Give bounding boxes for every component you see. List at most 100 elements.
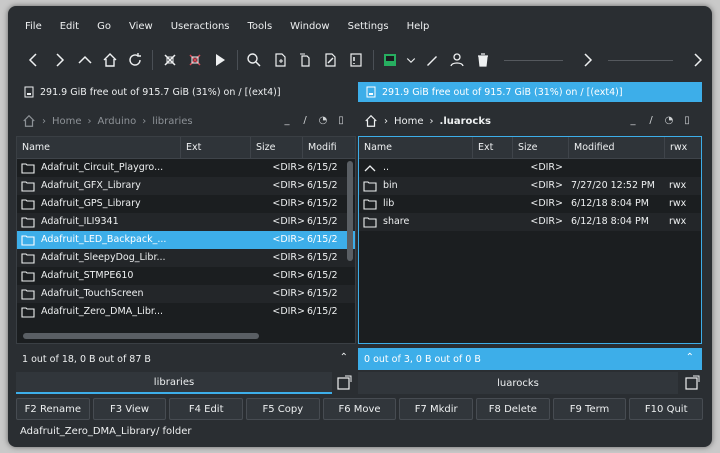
right-file-list: .. <DIR> bin <DIR> 7/27/20 12:52 PM rwx lib <DI… (359, 159, 701, 231)
sync-icon[interactable] (185, 49, 205, 71)
col-modified[interactable]: Modified (569, 137, 665, 159)
history-button[interactable]: _ (278, 113, 296, 129)
file-row[interactable]: Adafruit_Zero_DMA_Libr... <DIR> 6/15/2 (17, 303, 355, 321)
function-key-bar: F2 Rename F3 View F4 Edit F5 Copy F6 Mov… (16, 398, 706, 420)
bookmarks-button[interactable]: ◔ (314, 113, 332, 129)
pen-icon[interactable] (422, 49, 442, 71)
new-tab-icon[interactable] (336, 375, 352, 391)
breadcrumb-home[interactable]: Home (52, 116, 82, 127)
f2-rename-button[interactable]: F2 Rename (16, 398, 90, 420)
vertical-scrollbar[interactable] (347, 161, 353, 261)
new-file-icon[interactable] (270, 49, 290, 71)
col-ext[interactable]: Ext (181, 137, 251, 159)
file-row[interactable]: Adafruit_STMPE610 <DIR> 6/15/2 (17, 267, 355, 285)
tab-libraries[interactable]: libraries (16, 372, 332, 394)
menu-window[interactable]: Window (290, 18, 329, 36)
up-icon[interactable] (75, 49, 95, 71)
refresh-icon[interactable] (125, 49, 145, 71)
drive-icon (24, 86, 34, 98)
file-permissions: rwx (669, 198, 687, 209)
new-tab-icon[interactable] (684, 375, 700, 391)
file-modified: 6/12/18 8:04 PM (571, 216, 649, 227)
col-size[interactable]: Size (513, 137, 569, 159)
file-row[interactable]: .. <DIR> (359, 159, 701, 177)
view-file-icon[interactable] (345, 49, 365, 71)
home-icon[interactable] (100, 49, 120, 71)
forward-icon[interactable] (49, 49, 69, 71)
user-icon[interactable] (447, 49, 467, 71)
media-button[interactable]: ▯ (678, 113, 696, 129)
media-button[interactable]: ▯ (332, 113, 350, 129)
col-name[interactable]: Name (359, 137, 473, 159)
menu-go[interactable]: Go (97, 18, 111, 36)
trash-icon[interactable] (473, 49, 493, 71)
root-button[interactable]: / (296, 113, 314, 129)
drive-icon (366, 86, 376, 98)
root-button[interactable]: / (642, 113, 660, 129)
file-row[interactable]: Adafruit_LED_Backpack_... <DIR> 6/15/2 (17, 231, 355, 249)
f6-move-button[interactable]: F6 Move (322, 398, 397, 420)
krusader-window: File Edit Go View Useractions Tools Wind… (8, 6, 712, 447)
breadcrumb-libraries[interactable]: libraries (152, 116, 192, 127)
file-row[interactable]: share <DIR> 6/12/18 8:04 PM rwx (359, 213, 701, 231)
menu-help[interactable]: Help (407, 18, 430, 36)
menu-tools[interactable]: Tools (248, 18, 273, 36)
breadcrumb-arduino[interactable]: Arduino (98, 116, 137, 127)
chevron-up-icon[interactable]: ⌃ (686, 352, 694, 363)
col-rwx[interactable]: rwx (665, 137, 701, 159)
run-icon[interactable] (210, 49, 230, 71)
col-size[interactable]: Size (251, 137, 303, 159)
file-row[interactable]: Adafruit_ILI9341 <DIR> 6/15/2 (17, 213, 355, 231)
menu-view[interactable]: View (129, 18, 153, 36)
file-row[interactable]: Adafruit_GPS_Library <DIR> 6/15/2 (17, 195, 355, 213)
search-icon[interactable] (244, 49, 264, 71)
f8-delete-button[interactable]: F8 Delete (476, 398, 550, 420)
back-icon[interactable] (24, 49, 44, 71)
left-disk-info: 291.9 GiB free out of 915.7 GiB (31%) on… (16, 82, 356, 102)
f4-edit-button[interactable]: F4 Edit (169, 398, 244, 420)
next-icon[interactable] (577, 49, 597, 71)
f7-mkdir-button[interactable]: F7 Mkdir (399, 398, 474, 420)
toolbar (8, 46, 712, 74)
f10-quit-button[interactable]: F10 Quit (629, 398, 704, 420)
edit-file-icon[interactable] (320, 49, 340, 71)
file-row[interactable]: lib <DIR> 6/12/18 8:04 PM rwx (359, 195, 701, 213)
breadcrumb-luarocks[interactable]: .luarocks (440, 116, 491, 127)
bookmarks-button[interactable]: ◔ (660, 113, 678, 129)
file-row[interactable]: Adafruit_TouchScreen <DIR> 6/15/2 (17, 285, 355, 303)
menu-useractions[interactable]: Useractions (171, 18, 230, 36)
col-modified[interactable]: Modifi (303, 137, 355, 159)
col-name[interactable]: Name (17, 137, 181, 159)
breadcrumb-separator: › (142, 115, 147, 127)
f5-copy-button[interactable]: F5 Copy (246, 398, 320, 420)
menu-edit[interactable]: Edit (60, 18, 79, 36)
f3-view-button[interactable]: F3 View (92, 398, 167, 420)
file-row[interactable]: Adafruit_GFX_Library <DIR> 6/15/2 (17, 177, 355, 195)
dropdown-icon[interactable] (405, 49, 417, 71)
file-permissions (669, 159, 699, 177)
file-row[interactable]: bin <DIR> 7/27/20 12:52 PM rwx (359, 177, 701, 195)
chevron-up-icon[interactable]: ⌃ (340, 352, 348, 363)
copy-file-icon[interactable] (295, 49, 315, 71)
col-ext[interactable]: Ext (473, 137, 513, 159)
menu-settings[interactable]: Settings (348, 18, 389, 36)
horizontal-scrollbar[interactable] (23, 333, 259, 339)
terminal-icon[interactable] (380, 49, 400, 71)
compare-icon[interactable] (159, 49, 179, 71)
file-row[interactable]: Adafruit_Circuit_Playgro... <DIR> 6/15/2 (17, 159, 355, 177)
f9-term-button[interactable]: F9 Term (552, 398, 627, 420)
file-row[interactable]: Adafruit_SleepyDog_Libr... <DIR> 6/15/2 (17, 249, 355, 267)
toolbar-spacer (608, 59, 673, 61)
toolbar-spacer (503, 59, 563, 61)
menu-file[interactable]: File (25, 18, 42, 36)
left-file-list: Adafruit_Circuit_Playgro... <DIR> 6/15/2 Ad… (17, 159, 355, 321)
breadcrumb-home[interactable]: Home (394, 116, 424, 127)
last-icon[interactable] (687, 49, 707, 71)
tab-luarocks[interactable]: luarocks (358, 372, 678, 394)
history-button[interactable]: _ (624, 113, 642, 129)
home-icon[interactable] (364, 114, 378, 128)
folder-icon (21, 163, 35, 174)
column-header: Name Ext Size Modified rwx (359, 137, 701, 159)
folder-icon (21, 271, 35, 282)
home-icon[interactable] (22, 114, 36, 128)
